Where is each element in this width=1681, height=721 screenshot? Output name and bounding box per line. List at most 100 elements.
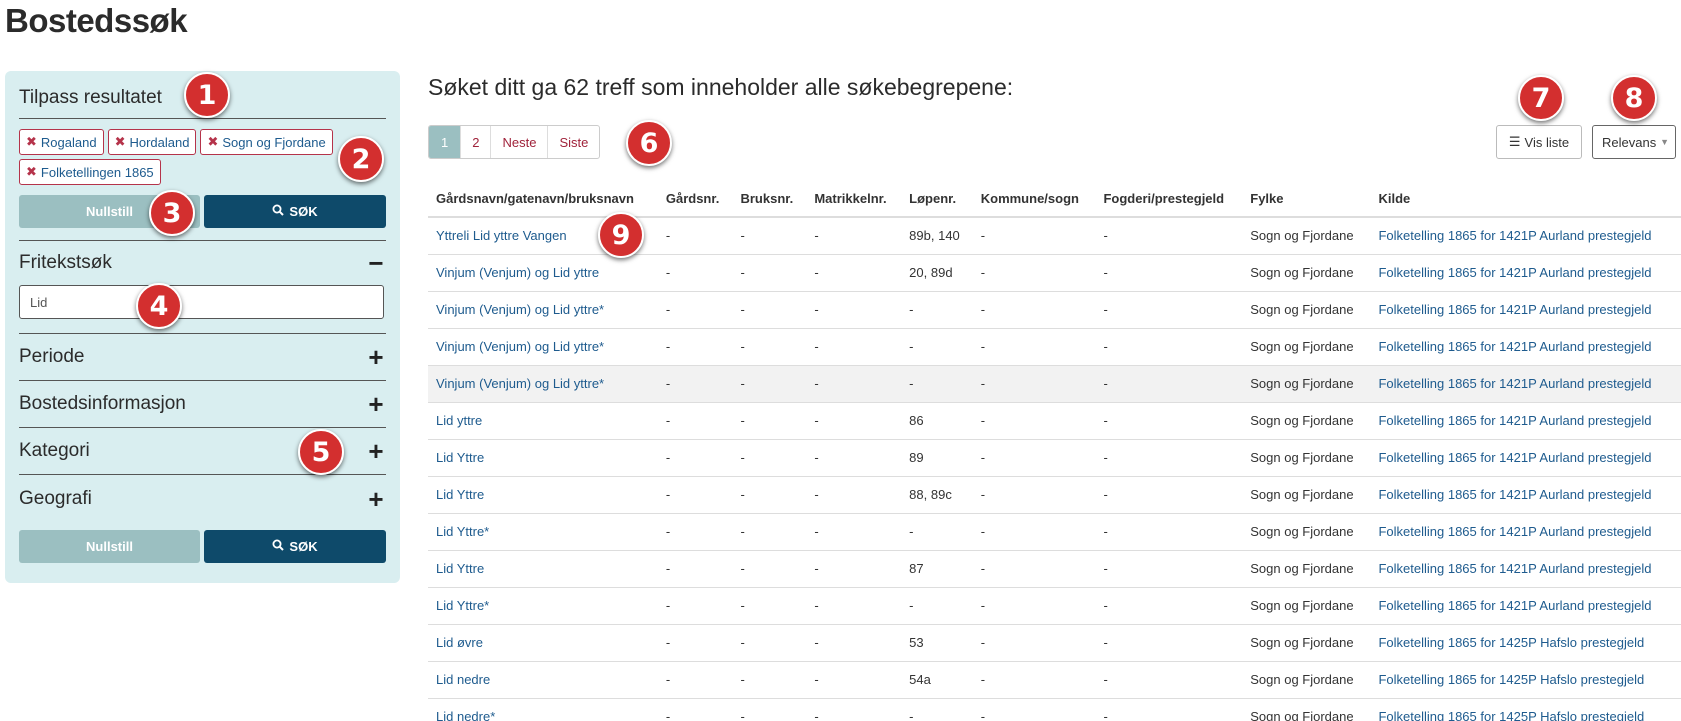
- table-cell: Folketelling 1865 for 1421P Aurland pres…: [1370, 254, 1681, 292]
- table-cell: 87: [901, 550, 973, 588]
- search-button[interactable]: SØK: [204, 195, 386, 228]
- table-cell: Folketelling 1865 for 1421P Aurland pres…: [1370, 365, 1681, 403]
- table-cell: Lid Yttre: [428, 550, 658, 588]
- place-link[interactable]: Lid nedre: [436, 672, 490, 687]
- table-cell: -: [1095, 402, 1243, 440]
- place-link[interactable]: Vinjum (Venjum) og Lid yttre: [436, 265, 599, 280]
- source-link[interactable]: Folketelling 1865 for 1421P Aurland pres…: [1378, 524, 1651, 539]
- page-2[interactable]: 2: [461, 126, 492, 158]
- source-link[interactable]: Folketelling 1865 for 1425P Hafslo prest…: [1378, 635, 1644, 650]
- reset-button-bottom[interactable]: Nullstill: [19, 530, 200, 563]
- table-cell: -: [1095, 550, 1243, 588]
- table-row: Vinjum (Venjum) og Lid yttre* - - - - - - Sogn …: [428, 291, 1681, 329]
- filter-chip-hordaland[interactable]: ✖ Hordaland: [107, 129, 197, 155]
- search-button-bottom[interactable]: SØK: [204, 530, 386, 563]
- table-row: Vinjum (Venjum) og Lid yttre - - -20, 89d - -…: [428, 254, 1681, 292]
- page-last[interactable]: Siste: [548, 126, 599, 158]
- col-header: Løpenr.: [901, 180, 973, 218]
- source-link[interactable]: Folketelling 1865 for 1425P Hafslo prest…: [1378, 672, 1644, 687]
- source-link[interactable]: Folketelling 1865 for 1421P Aurland pres…: [1378, 487, 1651, 502]
- col-header: Gårdsnr.: [657, 180, 733, 218]
- table-row: Lid øvre - - -53- - Sogn og Fjordane Folketell…: [428, 624, 1681, 662]
- place-link[interactable]: Lid Yttre: [436, 487, 484, 502]
- page-next[interactable]: Neste: [491, 126, 549, 158]
- table-cell: Lid Yttre: [428, 439, 658, 477]
- table-cell: Sogn og Fjordane: [1242, 402, 1371, 440]
- view-list-button[interactable]: ☰ Vis liste: [1496, 125, 1582, 159]
- table-cell: -: [657, 698, 733, 721]
- table-cell: -: [972, 291, 1096, 329]
- table-cell: -: [806, 291, 902, 329]
- table-cell: -: [732, 254, 807, 292]
- source-link[interactable]: Folketelling 1865 for 1421P Aurland pres…: [1378, 265, 1651, 280]
- table-row: Lid nedre - - -54a - - Sogn og Fjordane Folkete…: [428, 661, 1681, 699]
- sort-select[interactable]: Relevans ▼: [1592, 125, 1676, 159]
- source-link[interactable]: Folketelling 1865 for 1421P Aurland pres…: [1378, 450, 1651, 465]
- place-link[interactable]: Vinjum (Venjum) og Lid yttre*: [436, 376, 604, 391]
- plus-icon: +: [368, 483, 384, 514]
- table-cell: Folketelling 1865 for 1421P Aurland pres…: [1370, 291, 1681, 329]
- table-cell: -: [1095, 365, 1243, 403]
- table-cell: -: [806, 476, 902, 514]
- table-cell: -: [732, 587, 807, 625]
- table-cell: Folketelling 1865 for 1421P Aurland pres…: [1370, 513, 1681, 551]
- table-cell: Folketelling 1865 for 1425P Hafslo prest…: [1370, 624, 1681, 662]
- table-cell: Sogn og Fjordane: [1242, 624, 1371, 662]
- source-link[interactable]: Folketelling 1865 for 1421P Aurland pres…: [1378, 598, 1651, 613]
- source-link[interactable]: Folketelling 1865 for 1421P Aurland pres…: [1378, 413, 1651, 428]
- plus-icon: +: [368, 436, 384, 466]
- table-cell: 88, 89c: [901, 476, 973, 514]
- filter-chip-sogn-og-fjordane[interactable]: ✖ Sogn og Fjordane: [200, 129, 333, 155]
- place-link[interactable]: Lid Yttre: [436, 450, 484, 465]
- source-link[interactable]: Folketelling 1865 for 1421P Aurland pres…: [1378, 376, 1651, 391]
- table-cell: 89b, 140: [901, 217, 973, 255]
- table-cell: Sogn og Fjordane: [1242, 661, 1371, 699]
- source-link[interactable]: Folketelling 1865 for 1421P Aurland pres…: [1378, 339, 1651, 354]
- table-cell: -: [972, 402, 1096, 440]
- table-cell: -: [657, 217, 733, 255]
- filter-chip-folketellingen-1865[interactable]: ✖ Folketellingen 1865: [19, 159, 161, 185]
- source-link[interactable]: Folketelling 1865 for 1421P Aurland pres…: [1378, 561, 1651, 576]
- place-link[interactable]: Vinjum (Venjum) og Lid yttre*: [436, 302, 604, 317]
- page-1[interactable]: 1: [429, 126, 462, 158]
- table-cell: -: [657, 402, 733, 440]
- table-cell: 20, 89d: [901, 254, 973, 292]
- search-icon: [272, 539, 285, 554]
- table-cell: Lid Yttre*: [428, 513, 658, 551]
- table-cell: -: [732, 698, 807, 721]
- section-periode[interactable]: Periode +: [19, 334, 386, 381]
- table-cell: -: [657, 291, 733, 329]
- table-cell: -: [1095, 476, 1243, 514]
- table-cell: -: [657, 328, 733, 366]
- place-link[interactable]: Yttreli Lid yttre Vangen: [436, 228, 567, 243]
- table-cell: -: [806, 254, 902, 292]
- table-cell: Sogn og Fjordane: [1242, 550, 1371, 588]
- place-link[interactable]: Lid Yttre: [436, 561, 484, 576]
- place-link[interactable]: Lid øvre: [436, 635, 483, 650]
- place-link[interactable]: Vinjum (Venjum) og Lid yttre*: [436, 339, 604, 354]
- place-link[interactable]: Lid yttre: [436, 413, 482, 428]
- table-row: Lid Yttre* - - - - - - Sogn og Fjordane Folketel…: [428, 513, 1681, 551]
- source-link[interactable]: Folketelling 1865 for 1425P Hafslo prest…: [1378, 709, 1644, 721]
- table-cell: -: [1095, 587, 1243, 625]
- table-cell: Sogn og Fjordane: [1242, 587, 1371, 625]
- table-cell: Folketelling 1865 for 1421P Aurland pres…: [1370, 550, 1681, 588]
- section-bostedsinformasjon[interactable]: Bostedsinformasjon +: [19, 381, 386, 428]
- table-cell: 86: [901, 402, 973, 440]
- section-fritekst[interactable]: Fritekstsøk −: [19, 241, 386, 285]
- place-link[interactable]: Lid Yttre*: [436, 598, 489, 613]
- plus-icon: +: [368, 342, 384, 372]
- source-link[interactable]: Folketelling 1865 for 1421P Aurland pres…: [1378, 228, 1651, 243]
- table-cell: -: [972, 365, 1096, 403]
- section-geografi[interactable]: Geografi +: [19, 475, 386, 522]
- table-cell: -: [972, 661, 1096, 699]
- place-link[interactable]: Lid nedre*: [436, 709, 495, 721]
- table-cell: Vinjum (Venjum) og Lid yttre: [428, 254, 658, 292]
- filter-chip-rogaland[interactable]: ✖ Rogaland: [19, 129, 104, 155]
- source-link[interactable]: Folketelling 1865 for 1421P Aurland pres…: [1378, 302, 1651, 317]
- table-cell: -: [732, 661, 807, 699]
- table-cell: -: [806, 550, 902, 588]
- place-link[interactable]: Lid Yttre*: [436, 524, 489, 539]
- table-cell: Folketelling 1865 for 1425P Hafslo prest…: [1370, 698, 1681, 721]
- fritekst-input[interactable]: [19, 285, 384, 319]
